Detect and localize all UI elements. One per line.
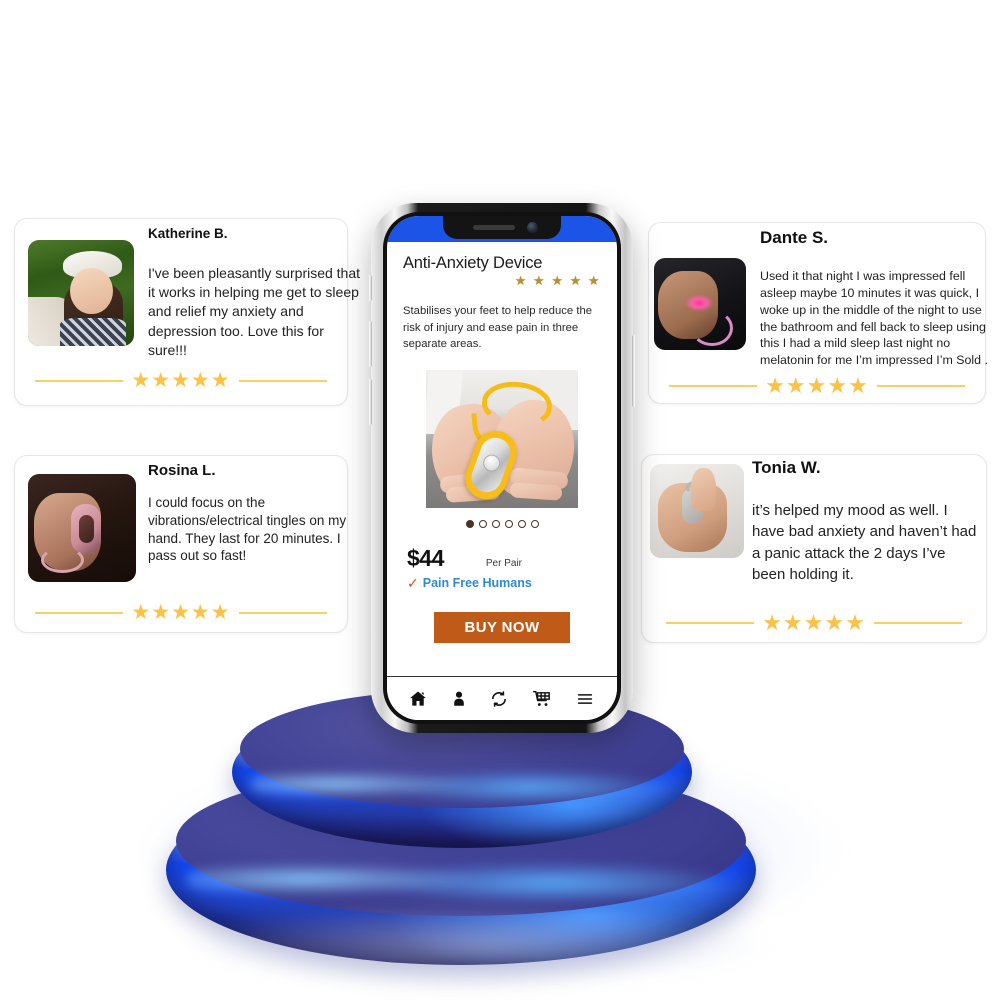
carousel-dot[interactable] [530, 519, 539, 528]
buy-now-button[interactable]: BUY NOW [434, 611, 570, 643]
sync-icon[interactable] [489, 689, 509, 709]
product-image-finger [509, 481, 563, 501]
app-content: Anti-Anxiety Device ★ ★ ★ ★ ★ Stabilises… [387, 242, 617, 720]
image-carousel-dots[interactable] [403, 519, 601, 528]
carousel-dot[interactable] [478, 519, 487, 528]
testimonial-author-name: Katherine B. [148, 226, 228, 241]
rating-divider-right [876, 385, 965, 387]
avatar-photo-tonia [650, 464, 744, 558]
avatar [654, 258, 746, 350]
rating-stars: ★★★★★ [765, 373, 869, 398]
phone-screen: Anti-Anxiety Device ★ ★ ★ ★ ★ Stabilises… [387, 216, 617, 720]
testimonial-text: it’s helped my mood as well. I have bad … [752, 502, 977, 583]
rating-divider-right [238, 611, 327, 614]
testimonial-rating: ★★★★★ [641, 612, 987, 634]
rating-divider-right [873, 622, 962, 624]
rating-divider-left [669, 385, 758, 387]
rating-divider-left [35, 611, 124, 614]
phone-bezel: Anti-Anxiety Device ★ ★ ★ ★ ★ Stabilises… [383, 212, 621, 724]
phone-mute-switch[interactable] [368, 275, 372, 301]
menu-icon[interactable] [574, 690, 596, 708]
rating-divider-right [238, 379, 327, 382]
testimonial-text: I could focus on the vibrations/electric… [148, 495, 347, 564]
carousel-dot[interactable] [504, 519, 513, 528]
avatar [650, 464, 744, 558]
testimonial-rating: ★★★★★ [14, 370, 348, 391]
testimonial-author-name: Rosina L. [148, 462, 216, 479]
rating-divider-left [35, 379, 124, 382]
brand-row: ✓ Pain Free Humans [403, 576, 601, 590]
carousel-dot[interactable] [465, 519, 474, 528]
rating-divider-left [666, 622, 755, 624]
home-icon[interactable] [408, 689, 428, 709]
testimonial-text: Used it that night I was impressed fell … [760, 269, 988, 368]
carousel-dot[interactable] [491, 519, 500, 528]
rating-stars: ★★★★★ [762, 610, 866, 635]
phone-volume-down-button[interactable] [368, 379, 372, 425]
avatar-photo-dante [654, 258, 746, 350]
testimonial-rating: ★★★★★ [14, 602, 348, 623]
page-root: Anti-Anxiety Device ★ ★ ★ ★ ★ Stabilises… [0, 0, 1000, 1000]
bottom-navigation-bar [387, 676, 617, 720]
testimonial-author-name: Dante S. [760, 228, 829, 247]
rating-stars: ★★★★★ [131, 601, 231, 624]
front-camera-icon [527, 222, 538, 233]
phone-mockup: Anti-Anxiety Device ★ ★ ★ ★ ★ Stabilises… [368, 203, 636, 733]
product-image-device-button [480, 451, 503, 474]
account-icon[interactable] [450, 689, 468, 709]
rating-stars: ★★★★★ [131, 369, 231, 392]
product-price: $44 [407, 544, 444, 571]
earpiece-speaker [473, 225, 515, 230]
phone-power-button[interactable] [632, 335, 636, 407]
avatar [28, 474, 136, 582]
avatar-photo-rosina [28, 474, 136, 582]
avatar-photo-katherine [28, 240, 134, 346]
podium-top-highlight [250, 752, 674, 816]
cart-icon[interactable] [531, 689, 552, 709]
product-title: Anti-Anxiety Device [403, 254, 543, 272]
product-image[interactable] [426, 369, 578, 508]
testimonial-text: I've been pleasantly surprised that it w… [148, 265, 361, 358]
buy-now-container: BUY NOW [403, 611, 601, 643]
avatar [28, 240, 134, 346]
testimonial-author-name: Tonia W. [752, 458, 821, 477]
testimonial-rating: ★★★★★ [648, 375, 986, 397]
carousel-dot[interactable] [517, 519, 526, 528]
product-rating-stars: ★ ★ ★ ★ ★ [514, 273, 601, 288]
phone-volume-up-button[interactable] [368, 321, 372, 367]
product-description: Stabilises your feet to help reduce the … [403, 305, 593, 351]
price-unit-label: Per Pair [485, 557, 522, 569]
phone-notch [443, 216, 561, 239]
checkmark-icon: ✓ [407, 574, 419, 591]
brand-name-link[interactable]: Pain Free Humans [423, 576, 532, 590]
price-row: $44 Per Pair [403, 545, 601, 572]
podium-shadow [180, 905, 780, 985]
